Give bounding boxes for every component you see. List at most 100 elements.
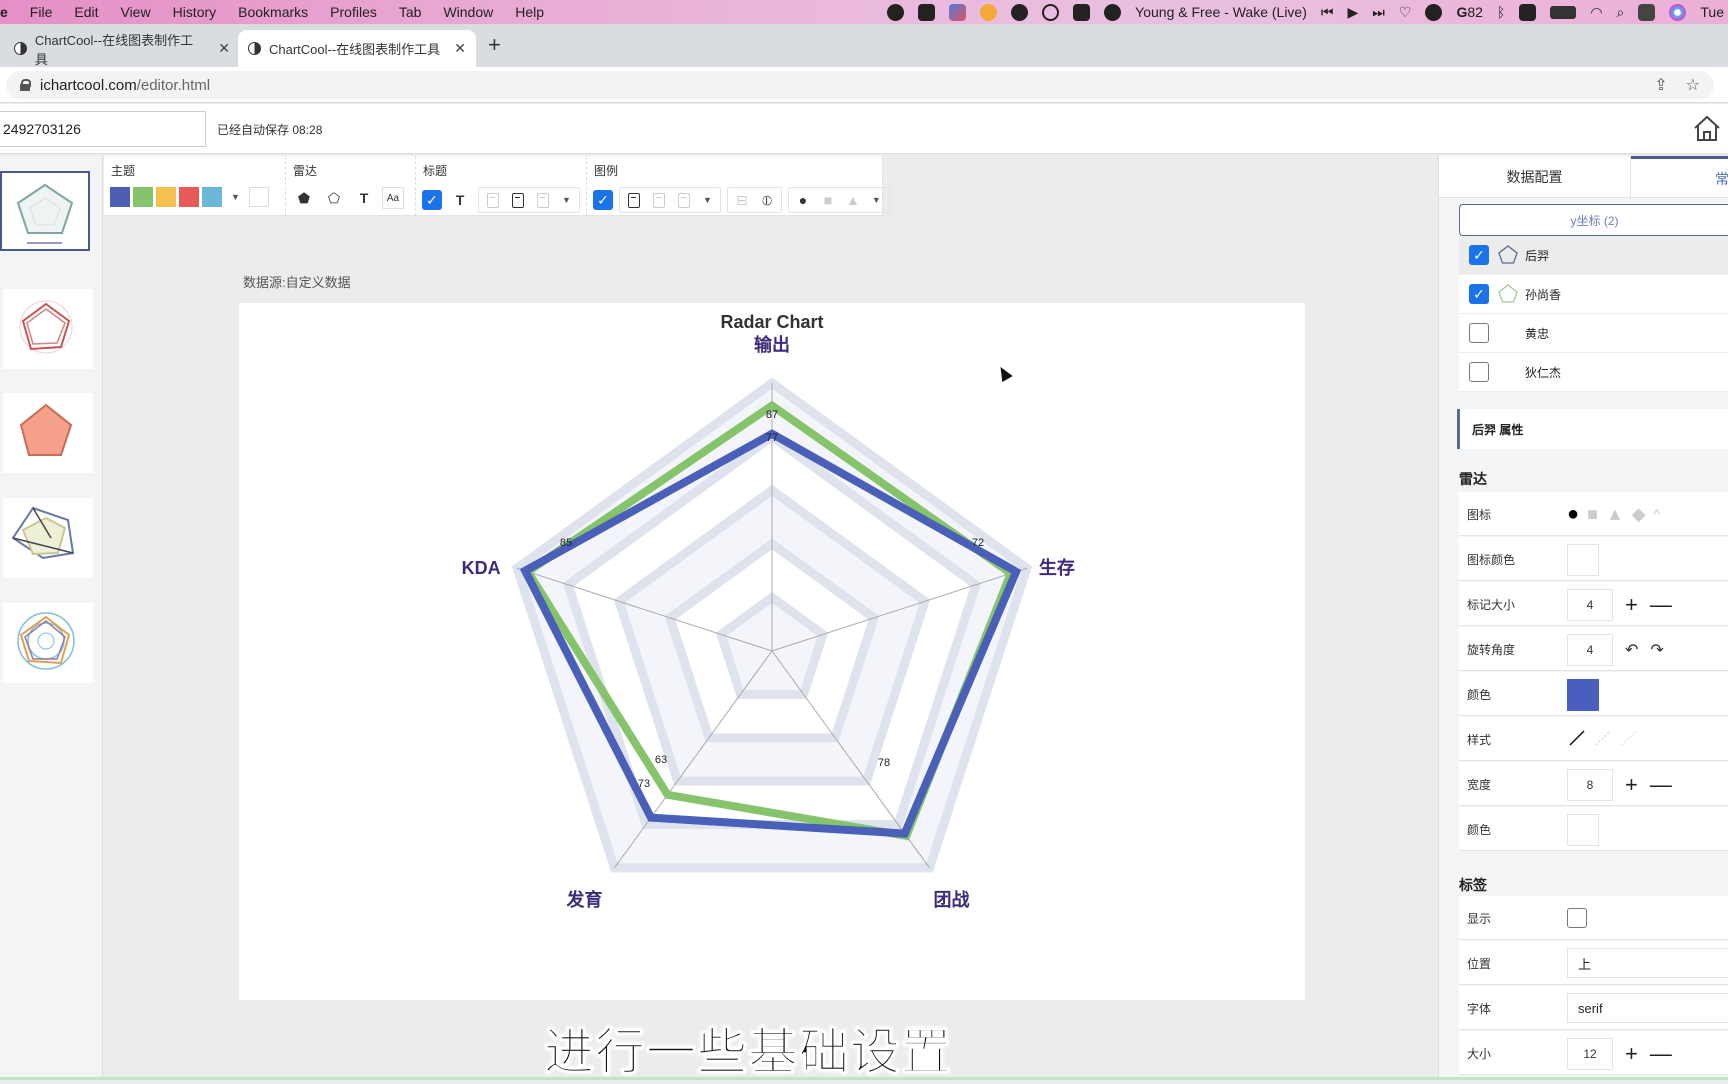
horse-app-icon[interactable] [980, 4, 997, 21]
wifi-icon[interactable]: ◠ [1590, 4, 1602, 21]
series-item[interactable]: ✓ 孙尚香 [1459, 275, 1728, 314]
show-legend-checkbox[interactable]: ✓ [593, 190, 613, 210]
series-properties-header[interactable]: 后羿 属性 [1457, 409, 1728, 449]
radar-shape-icon[interactable]: ⬠ [322, 187, 346, 209]
theme-color-swatch[interactable] [179, 187, 199, 207]
show-label-checkbox[interactable] [1567, 908, 1587, 928]
series-checkbox[interactable]: ✓ [1469, 284, 1489, 304]
minus-icon[interactable]: — [1650, 594, 1672, 616]
lock-icon[interactable] [20, 79, 30, 91]
radar-text-icon[interactable]: T [352, 187, 376, 209]
record-icon[interactable] [887, 4, 904, 21]
control-center-icon[interactable] [1638, 4, 1655, 21]
background-color-swatch[interactable] [249, 187, 269, 207]
show-title-checkbox[interactable]: ✓ [422, 190, 442, 210]
tab-data-config[interactable]: 数据配置 [1439, 156, 1631, 198]
feather-app-icon[interactable] [1073, 4, 1090, 21]
menu-bookmarks[interactable]: Bookmarks [238, 4, 308, 20]
thumbnail-template-2[interactable] [3, 289, 93, 369]
radar-grid-polygon-icon[interactable]: ⬟ [292, 187, 316, 209]
menu-view[interactable]: View [120, 4, 150, 20]
series-item[interactable]: ✓ 后羿 [1459, 236, 1728, 275]
solid-line-icon[interactable] [1567, 728, 1587, 748]
new-tab-icon[interactable]: + [488, 32, 501, 58]
radar-chart[interactable]: Radar Chart 输出生存团战发育KDA87777278637385 [239, 303, 1305, 1000]
series-item[interactable]: 黄忠 [1459, 314, 1728, 353]
battery-icon[interactable] [1550, 6, 1576, 19]
chart-title[interactable]: Radar Chart [720, 312, 823, 332]
legend-position-selector[interactable]: ▼ [619, 187, 721, 213]
series-checkbox[interactable] [1469, 323, 1489, 343]
input-method-icon[interactable] [1519, 4, 1536, 21]
document-name-input[interactable]: 2492703126 [0, 111, 206, 147]
line-color-swatch[interactable] [1567, 679, 1599, 711]
home-icon[interactable] [1692, 113, 1722, 143]
rotation-input[interactable]: 4 [1567, 634, 1613, 666]
menu-edit[interactable]: Edit [74, 4, 98, 20]
line-width-input[interactable]: 8 [1567, 769, 1613, 801]
url-input[interactable]: ichartcool.com/editor.html ⇪ ☆ [6, 71, 1714, 99]
app-switcher-icon[interactable] [949, 4, 966, 21]
radar-font-icon[interactable]: Aa [382, 187, 404, 209]
thumbnail-template-3[interactable] [3, 393, 93, 473]
fill-color-picker[interactable] [1567, 814, 1599, 846]
marker-dropdown-icon[interactable]: ▼ [872, 195, 881, 205]
marker-square-icon[interactable]: ■ [1587, 505, 1598, 523]
y-axis-button[interactable]: y坐标 (2) [1459, 204, 1728, 236]
title-position-selector[interactable]: ▼ [478, 187, 580, 213]
theme-color-swatch[interactable] [133, 187, 153, 207]
legend-orientation-selector[interactable]: ⊟ ⦶ [727, 187, 782, 213]
legend-vertical-icon[interactable]: ⊟ [730, 189, 754, 211]
theme-color-swatch[interactable] [156, 187, 176, 207]
title-position-right-icon[interactable] [531, 189, 555, 211]
title-text-icon[interactable]: T [448, 189, 472, 211]
tab-common[interactable]: 常 [1631, 156, 1728, 198]
series-checkbox[interactable]: ✓ [1469, 245, 1489, 265]
icon-color-picker[interactable] [1567, 544, 1599, 576]
close-tab-icon[interactable]: ✕ [218, 40, 230, 57]
browser-tab-2[interactable]: ChartCool--在线图表制作工具 ✕ [238, 30, 476, 67]
label-size-input[interactable]: 12 [1567, 1038, 1613, 1070]
chevron-up-icon[interactable]: ^ [1654, 507, 1661, 521]
rotate-left-icon[interactable]: ↶ [1625, 640, 1638, 660]
evernote-icon[interactable] [1104, 4, 1121, 21]
menu-window[interactable]: Window [443, 4, 493, 20]
play-icon[interactable]: ▶ [1348, 4, 1359, 21]
marker-triangle-icon[interactable]: ▲ [1606, 505, 1624, 523]
previous-track-icon[interactable]: ⏮ [1321, 4, 1334, 21]
title-position-dropdown-icon[interactable]: ▼ [562, 195, 571, 205]
series-item[interactable]: 狄仁杰 [1459, 353, 1728, 392]
close-tab-icon[interactable]: ✕ [454, 40, 466, 57]
minus-icon[interactable]: — [1650, 774, 1672, 796]
thumbnail-template-5[interactable] [3, 603, 93, 683]
heart-icon[interactable]: ♡ [1399, 4, 1412, 21]
wechat-icon[interactable] [1011, 4, 1028, 21]
thumbnail-template-4[interactable] [3, 498, 93, 578]
title-position-left-icon[interactable] [481, 189, 505, 211]
series-checkbox[interactable] [1469, 362, 1489, 382]
dotted-line-icon[interactable] [1619, 728, 1639, 748]
bookmark-star-icon[interactable]: ☆ [1686, 75, 1700, 95]
menu-file[interactable]: File [30, 4, 53, 20]
menu-app[interactable]: e [0, 4, 8, 20]
plus-icon[interactable]: + [1625, 774, 1638, 796]
title-position-center-icon[interactable] [506, 189, 530, 211]
thumbnail-template-1[interactable] [0, 171, 90, 251]
marker-triangle-icon[interactable]: ▲ [841, 189, 865, 211]
legend-position-middle-icon[interactable] [647, 189, 671, 211]
legend-marker-selector[interactable]: ● ■ ▲ ▼ [788, 187, 890, 213]
clock[interactable]: Tue [1700, 4, 1724, 20]
menu-history[interactable]: History [173, 4, 217, 20]
netease-music-icon[interactable] [1425, 4, 1442, 21]
rotate-right-icon[interactable]: ↷ [1650, 640, 1663, 660]
legend-position-dropdown-icon[interactable]: ▼ [703, 195, 712, 205]
label-font-select[interactable]: serif [1567, 993, 1728, 1023]
legend-horizontal-icon[interactable]: ⦶ [755, 189, 779, 211]
share-icon[interactable]: ⇪ [1654, 75, 1667, 95]
bluetooth-icon[interactable]: ᛒ [1497, 4, 1505, 20]
marker-circle-icon[interactable]: ● [1567, 504, 1579, 524]
theme-dropdown-icon[interactable]: ▼ [231, 192, 240, 202]
menu-profiles[interactable]: Profiles [330, 4, 377, 20]
marker-diamond-icon[interactable]: ◆ [1632, 505, 1646, 523]
spotlight-search-icon[interactable]: ⌕ [1617, 4, 1625, 21]
